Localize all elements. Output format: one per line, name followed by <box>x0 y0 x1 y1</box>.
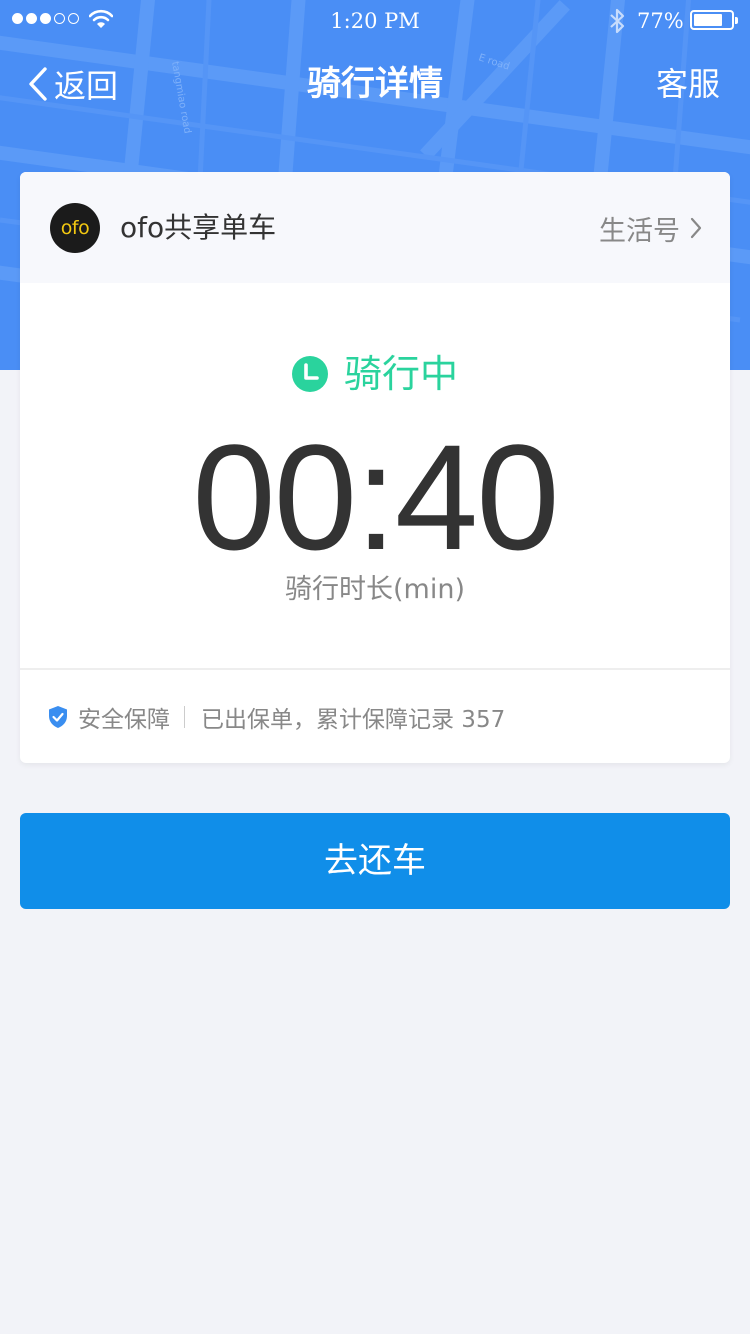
insurance-label: 安全保障 <box>78 707 170 733</box>
battery-level-fill <box>694 14 722 26</box>
battery-percent: 77% <box>637 9 684 33</box>
logo-text: ofo <box>60 217 90 239</box>
ride-status-text: 骑行中 <box>343 352 458 396</box>
separator <box>184 706 185 728</box>
card-header: ofo ofo共享单车 生活号 <box>20 172 730 283</box>
customer-service-button[interactable]: 客服 <box>656 60 720 108</box>
divider <box>20 668 730 670</box>
insurance-record-text: 已出保单，累计保障记录 357 <box>201 707 506 733</box>
ride-detail-card: ofo ofo共享单车 生活号 骑行中 00:40 骑行时长(min) 安全保障… <box>20 172 730 763</box>
chevron-right-icon <box>690 217 702 239</box>
clock-icon <box>291 356 328 392</box>
return-bike-button[interactable]: 去还车 <box>20 813 730 909</box>
insurance-info: 安全保障 已出保单，累计保障记录 357 <box>48 694 505 740</box>
shield-check-icon <box>49 706 67 728</box>
life-account-link[interactable]: 生活号 <box>599 203 702 253</box>
bluetooth-icon <box>610 8 625 34</box>
page-title: 骑行详情 <box>307 64 443 104</box>
status-bar: 1:20 PM 77% <box>0 0 750 40</box>
brand-name: ofo共享单车 <box>120 211 277 244</box>
ride-timer-label: 骑行时长(min) <box>285 574 465 605</box>
life-account-label: 生活号 <box>599 215 680 247</box>
ofo-logo: ofo <box>50 203 100 253</box>
ride-status: 骑行中 <box>20 348 730 400</box>
ride-timer: 00:40 <box>192 413 559 581</box>
battery-icon <box>690 10 738 30</box>
